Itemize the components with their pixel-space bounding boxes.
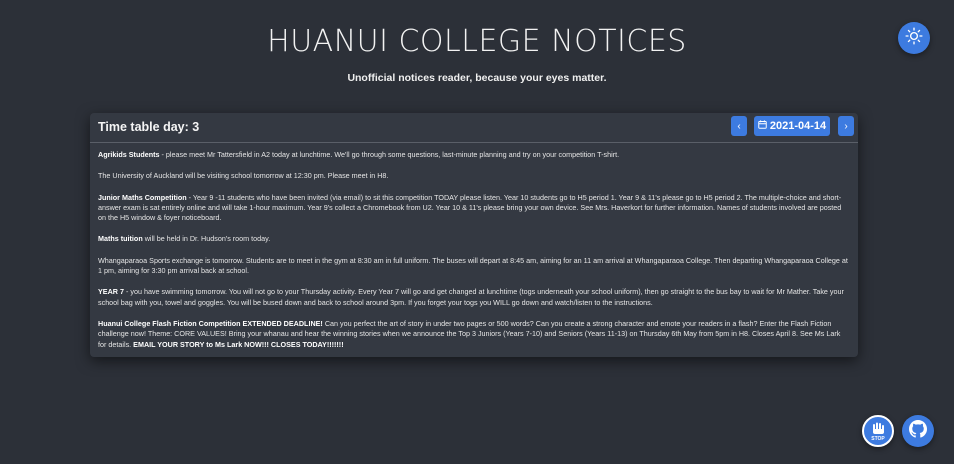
page-subtitle: Unofficial notices reader, because your … [347,72,607,84]
notice-item: Whangaparaoa Sports exchange is tomorrow… [98,255,848,276]
current-date: 2021-04-14 [769,120,827,132]
stop-label: STOP [871,436,885,442]
card-header: Time table day: 3 ‹ 2021-04-14 › [90,113,858,143]
page: HUANUI COLLEGE NOTICES Unofficial notice… [0,0,954,464]
timetable-day-label: Time table day: 3 [98,120,200,134]
github-link-button[interactable] [902,415,934,447]
previous-day-button[interactable]: ‹ [731,116,747,136]
notice-item: Junior Maths Competition - Year 9 -11 st… [98,192,842,223]
sun-icon [905,26,923,50]
notice-item: YEAR 7 - you have swimming tomorrow. You… [98,287,844,307]
date-picker-button[interactable]: 2021-04-14 [754,116,830,136]
calendar-icon [758,120,767,132]
chevron-right-icon: › [844,120,848,132]
chevron-left-icon: ‹ [737,120,741,132]
page-title: HUANUI COLLEGE NOTICES [267,24,687,59]
next-day-button[interactable]: › [838,116,854,136]
stop-button[interactable]: STOP [862,415,894,447]
notice-item: Huanui College Flash Fiction Competition… [98,318,841,349]
notices-card: Time table day: 3 ‹ 2021-04-14 › Agrikid… [90,113,858,357]
theme-toggle-button[interactable] [898,22,930,54]
notice-item: Maths tuition will be held in Dr. Hudson… [98,234,271,244]
github-icon [909,419,927,443]
notice-item: Agrikids Students - please meet Mr Tatte… [98,150,620,159]
notice-item: The University of Auckland will be visit… [98,171,389,181]
notices-list: Agrikids Students - please meet Mr Tatte… [98,150,850,357]
